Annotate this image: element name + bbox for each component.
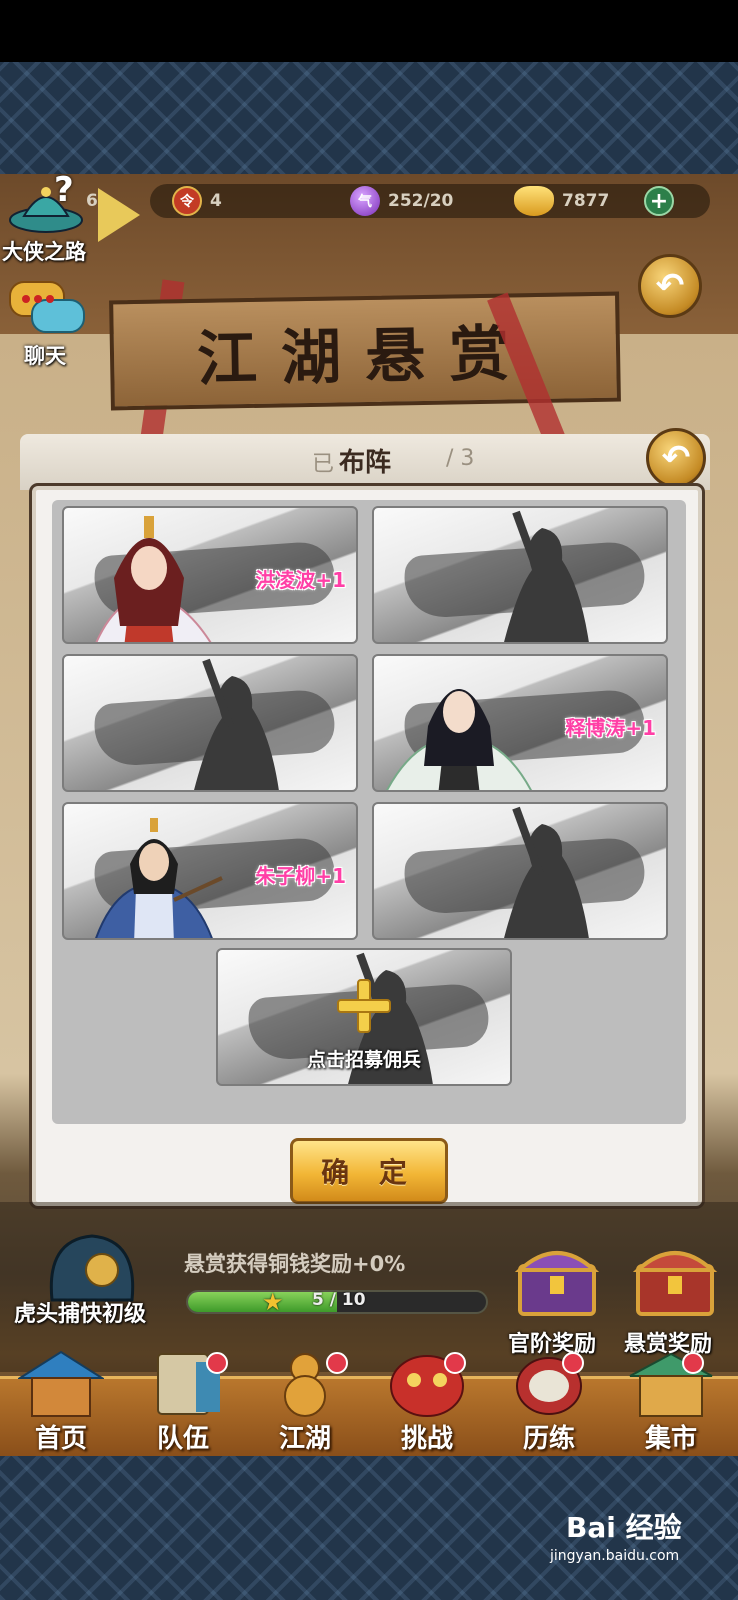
- confirm-button[interactable]: 确 定: [290, 1138, 448, 1204]
- elder-scholar-portrait: [95, 818, 223, 938]
- baidu-watermark: Bai 经验 jingyan.baidu.com: [550, 1506, 682, 1564]
- recruit-mercenary-slot[interactable]: 点击招募佣兵: [216, 948, 512, 1086]
- notification-dot: [326, 1352, 348, 1374]
- bounty-progress-text: 5 / 10: [312, 1290, 366, 1310]
- nav-challenge[interactable]: 挑战: [366, 1355, 488, 1456]
- purple-chest-icon[interactable]: [514, 1236, 600, 1320]
- nav-jianghu[interactable]: 江湖: [244, 1353, 366, 1456]
- signboard-title: 江湖悬赏: [196, 318, 534, 395]
- home-icon: [18, 1350, 104, 1417]
- notification-dot: [682, 1352, 704, 1374]
- watermark-url: jingyan.baidu.com: [550, 1548, 680, 1564]
- star-icon: ★: [262, 1288, 284, 1316]
- gold-counter: 7877: [514, 186, 609, 216]
- mercenary-slot-4[interactable]: 释博涛+1: [372, 654, 668, 792]
- mercenary-slot-5[interactable]: 朱子柳+1: [62, 802, 358, 940]
- plus-icon: +: [644, 186, 674, 216]
- dialog-header: 已 布阵 / 3: [20, 434, 710, 490]
- nav-label: 首页: [34, 1424, 87, 1454]
- nav-label: 挑战: [400, 1424, 453, 1454]
- energy-orb-icon: 气: [350, 186, 380, 216]
- nav-label: 历练: [522, 1424, 575, 1454]
- back-button[interactable]: ↶: [638, 254, 702, 318]
- nav-label: 队伍: [156, 1424, 209, 1454]
- background-pattern-top: [0, 62, 738, 174]
- mercenary-slot-1[interactable]: 洪凌波+1: [62, 506, 358, 644]
- chat-bubble-icon[interactable]: [8, 280, 86, 338]
- return-arrow-icon: ↶: [655, 266, 685, 306]
- return-arrow-icon: ↶: [661, 438, 691, 478]
- rank-label: 虎头捕快初级: [14, 1302, 147, 1327]
- male-swordsman-portrait: [386, 689, 532, 790]
- bounty-bonus-text: 悬赏获得铜钱奖励+0%: [184, 1252, 406, 1276]
- gold-ingot-icon: [514, 186, 554, 216]
- mercenary-slot-3[interactable]: [62, 654, 358, 792]
- level-counter: 6: [86, 186, 98, 216]
- status-bar: [0, 0, 738, 62]
- chat-label[interactable]: 聊天: [24, 340, 66, 370]
- add-gold-button[interactable]: +: [644, 186, 674, 216]
- gold-value: 7877: [562, 191, 610, 211]
- hero-hat-icon[interactable]: [6, 176, 86, 238]
- nav-market[interactable]: 集市: [610, 1352, 732, 1456]
- token-icon: 令: [172, 186, 202, 216]
- red-chest-icon[interactable]: [632, 1236, 718, 1320]
- background-progress-count: / 3: [446, 446, 475, 471]
- empty-slot-silhouette-icon: [504, 806, 589, 938]
- token-value: 4: [210, 191, 222, 211]
- nav-training[interactable]: 历练: [488, 1357, 610, 1456]
- energy-value: 252/20: [388, 191, 454, 211]
- nav-home[interactable]: 首页: [0, 1350, 122, 1456]
- mercenary-name: 洪凌波+1: [255, 568, 346, 592]
- nav-label: 江湖: [278, 1424, 331, 1454]
- notification-dot: [206, 1352, 228, 1374]
- notification-dot: [444, 1352, 466, 1374]
- plus-icon: [337, 979, 391, 1033]
- dialog-title: 布阵: [338, 448, 391, 478]
- token-counter: 令 4: [172, 186, 222, 216]
- female-warrior-portrait: [95, 516, 212, 642]
- level-value: 6: [86, 191, 98, 211]
- game-screen: { "resources": { "level": "6", "tokens":…: [0, 0, 738, 1600]
- dialog-close-button[interactable]: ↶: [646, 428, 706, 488]
- hero-road-label[interactable]: 大侠之路: [2, 236, 86, 266]
- recruit-label: 点击招募佣兵: [306, 1049, 421, 1071]
- arrow-right-icon[interactable]: [98, 188, 140, 242]
- mercenary-slot-6[interactable]: [372, 802, 668, 940]
- mercenary-slot-2[interactable]: [372, 506, 668, 644]
- notification-dot: [562, 1352, 584, 1374]
- watermark-brand: Bai 经验: [566, 1511, 682, 1544]
- question-mark-icon: ?: [54, 170, 74, 210]
- energy-counter: 气 252/20: [350, 186, 453, 216]
- mercenary-name: 释博涛+1: [565, 716, 656, 740]
- empty-slot-silhouette-icon: [504, 510, 589, 642]
- nav-team[interactable]: 队伍: [122, 1353, 244, 1456]
- empty-slot-silhouette-icon: [194, 658, 279, 790]
- nav-label: 集市: [644, 1424, 697, 1454]
- mercenary-name: 朱子柳+1: [255, 864, 346, 888]
